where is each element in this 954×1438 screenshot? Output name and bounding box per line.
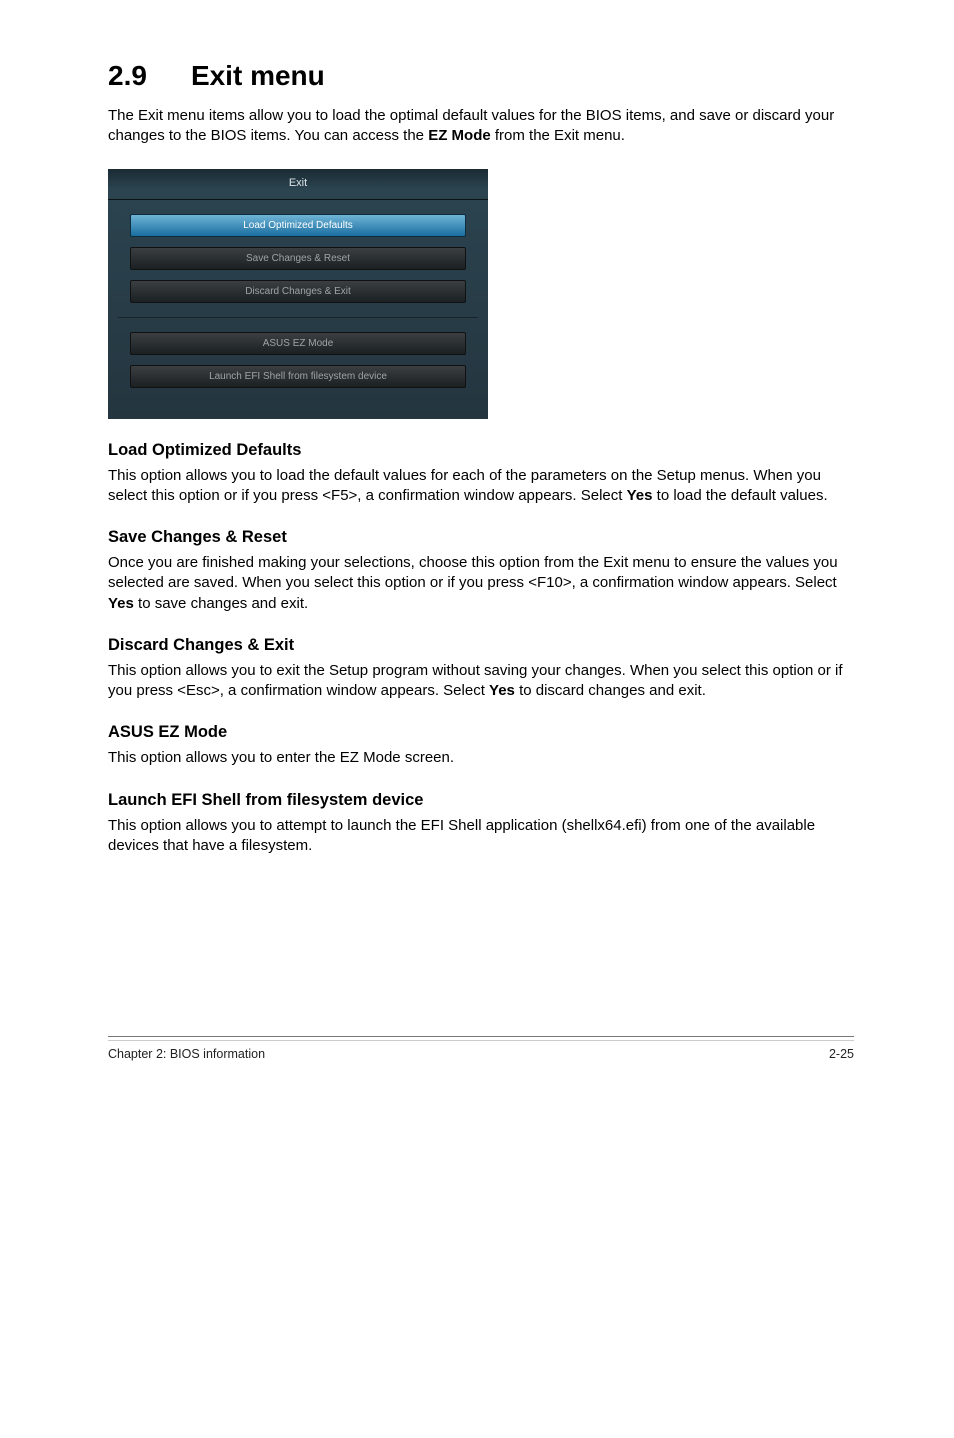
body-load-optimized: This option allows you to load the defau… [108,466,854,507]
body-asus-ez-mode: This option allows you to enter the EZ M… [108,748,854,768]
section-number: 2.9 [108,60,147,92]
heading-asus-ez-mode: ASUS EZ Mode [108,723,854,742]
exit-header: Exit [108,175,488,200]
exit-menu-group-1: Load Optimized Defaults Save Changes & R… [108,200,488,317]
exit-menu-panel: Exit Load Optimized Defaults Save Change… [108,169,488,419]
body-discard-changes: This option allows you to exit the Setup… [108,661,854,702]
heading-load-optimized: Load Optimized Defaults [108,441,854,460]
footer-divider-2 [108,1040,854,1041]
save-changes-reset-button[interactable]: Save Changes & Reset [130,247,466,270]
heading-launch-efi: Launch EFI Shell from filesystem device [108,791,854,810]
intro-paragraph: The Exit menu items allow you to load th… [108,106,854,147]
page-footer: Chapter 2: BIOS information 2-25 [108,1047,854,1061]
discard-changes-exit-button[interactable]: Discard Changes & Exit [130,280,466,303]
footer-page-number: 2-25 [829,1047,854,1061]
asus-ez-mode-button[interactable]: ASUS EZ Mode [130,332,466,355]
content-sections: Load Optimized Defaults This option allo… [108,441,854,857]
load-optimized-defaults-button[interactable]: Load Optimized Defaults [130,214,466,237]
body-save-changes: Once you are finished making your select… [108,553,854,614]
section-text: Exit menu [191,60,325,91]
launch-efi-shell-button[interactable]: Launch EFI Shell from filesystem device [130,365,466,388]
body-launch-efi: This option allows you to attempt to lau… [108,816,854,857]
footer-divider [108,1036,854,1037]
section-title: 2.9 Exit menu [108,60,854,92]
exit-menu-group-2: ASUS EZ Mode Launch EFI Shell from files… [108,318,488,402]
footer-chapter: Chapter 2: BIOS information [108,1047,265,1061]
heading-save-changes: Save Changes & Reset [108,528,854,547]
heading-discard-changes: Discard Changes & Exit [108,636,854,655]
